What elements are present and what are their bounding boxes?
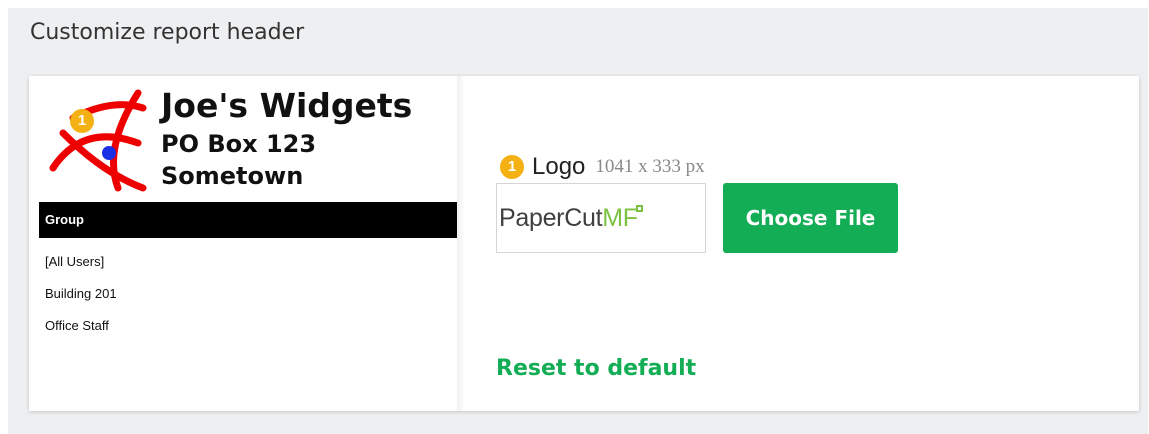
logo-thumbnail: PaperCutMF (496, 183, 706, 253)
group-header-bar: Group (39, 202, 457, 238)
reset-to-default-link[interactable]: Reset to default (496, 356, 696, 381)
address-line-1: PO Box 123 (161, 130, 317, 158)
logo-number-badge: 1 (500, 155, 524, 179)
report-header-preview: 1 Joe's Widgets PO Box 123 Sometown Grou… (29, 76, 457, 411)
papercut-logo: PaperCutMF (499, 204, 643, 233)
logo-label-row: 1 Logo 1041 x 333 px (500, 152, 705, 182)
default-logo-icon (49, 89, 147, 192)
logo-label: Logo (532, 153, 586, 180)
address-line-2: Sometown (161, 162, 304, 190)
choose-file-button[interactable]: Choose File (723, 183, 898, 253)
header-card: 1 Joe's Widgets PO Box 123 Sometown Grou… (29, 76, 1139, 411)
papercut-logo-text: PaperCut (499, 203, 603, 232)
preview-divider (457, 76, 465, 411)
company-name: Joe's Widgets (161, 86, 413, 125)
preview-number-badge: 1 (70, 109, 94, 133)
papercut-logo-mark-icon (635, 204, 643, 212)
papercut-logo-suffix: MF (602, 203, 638, 232)
list-item: Office Staff (45, 318, 109, 333)
customize-header-panel: Customize report header 1 Joe's Widgets … (8, 8, 1148, 434)
panel-title: Customize report header (30, 20, 305, 45)
logo-dimensions: 1041 x 333 px (595, 156, 705, 177)
list-item: Building 201 (45, 286, 117, 301)
list-item: [All Users] (45, 254, 105, 269)
